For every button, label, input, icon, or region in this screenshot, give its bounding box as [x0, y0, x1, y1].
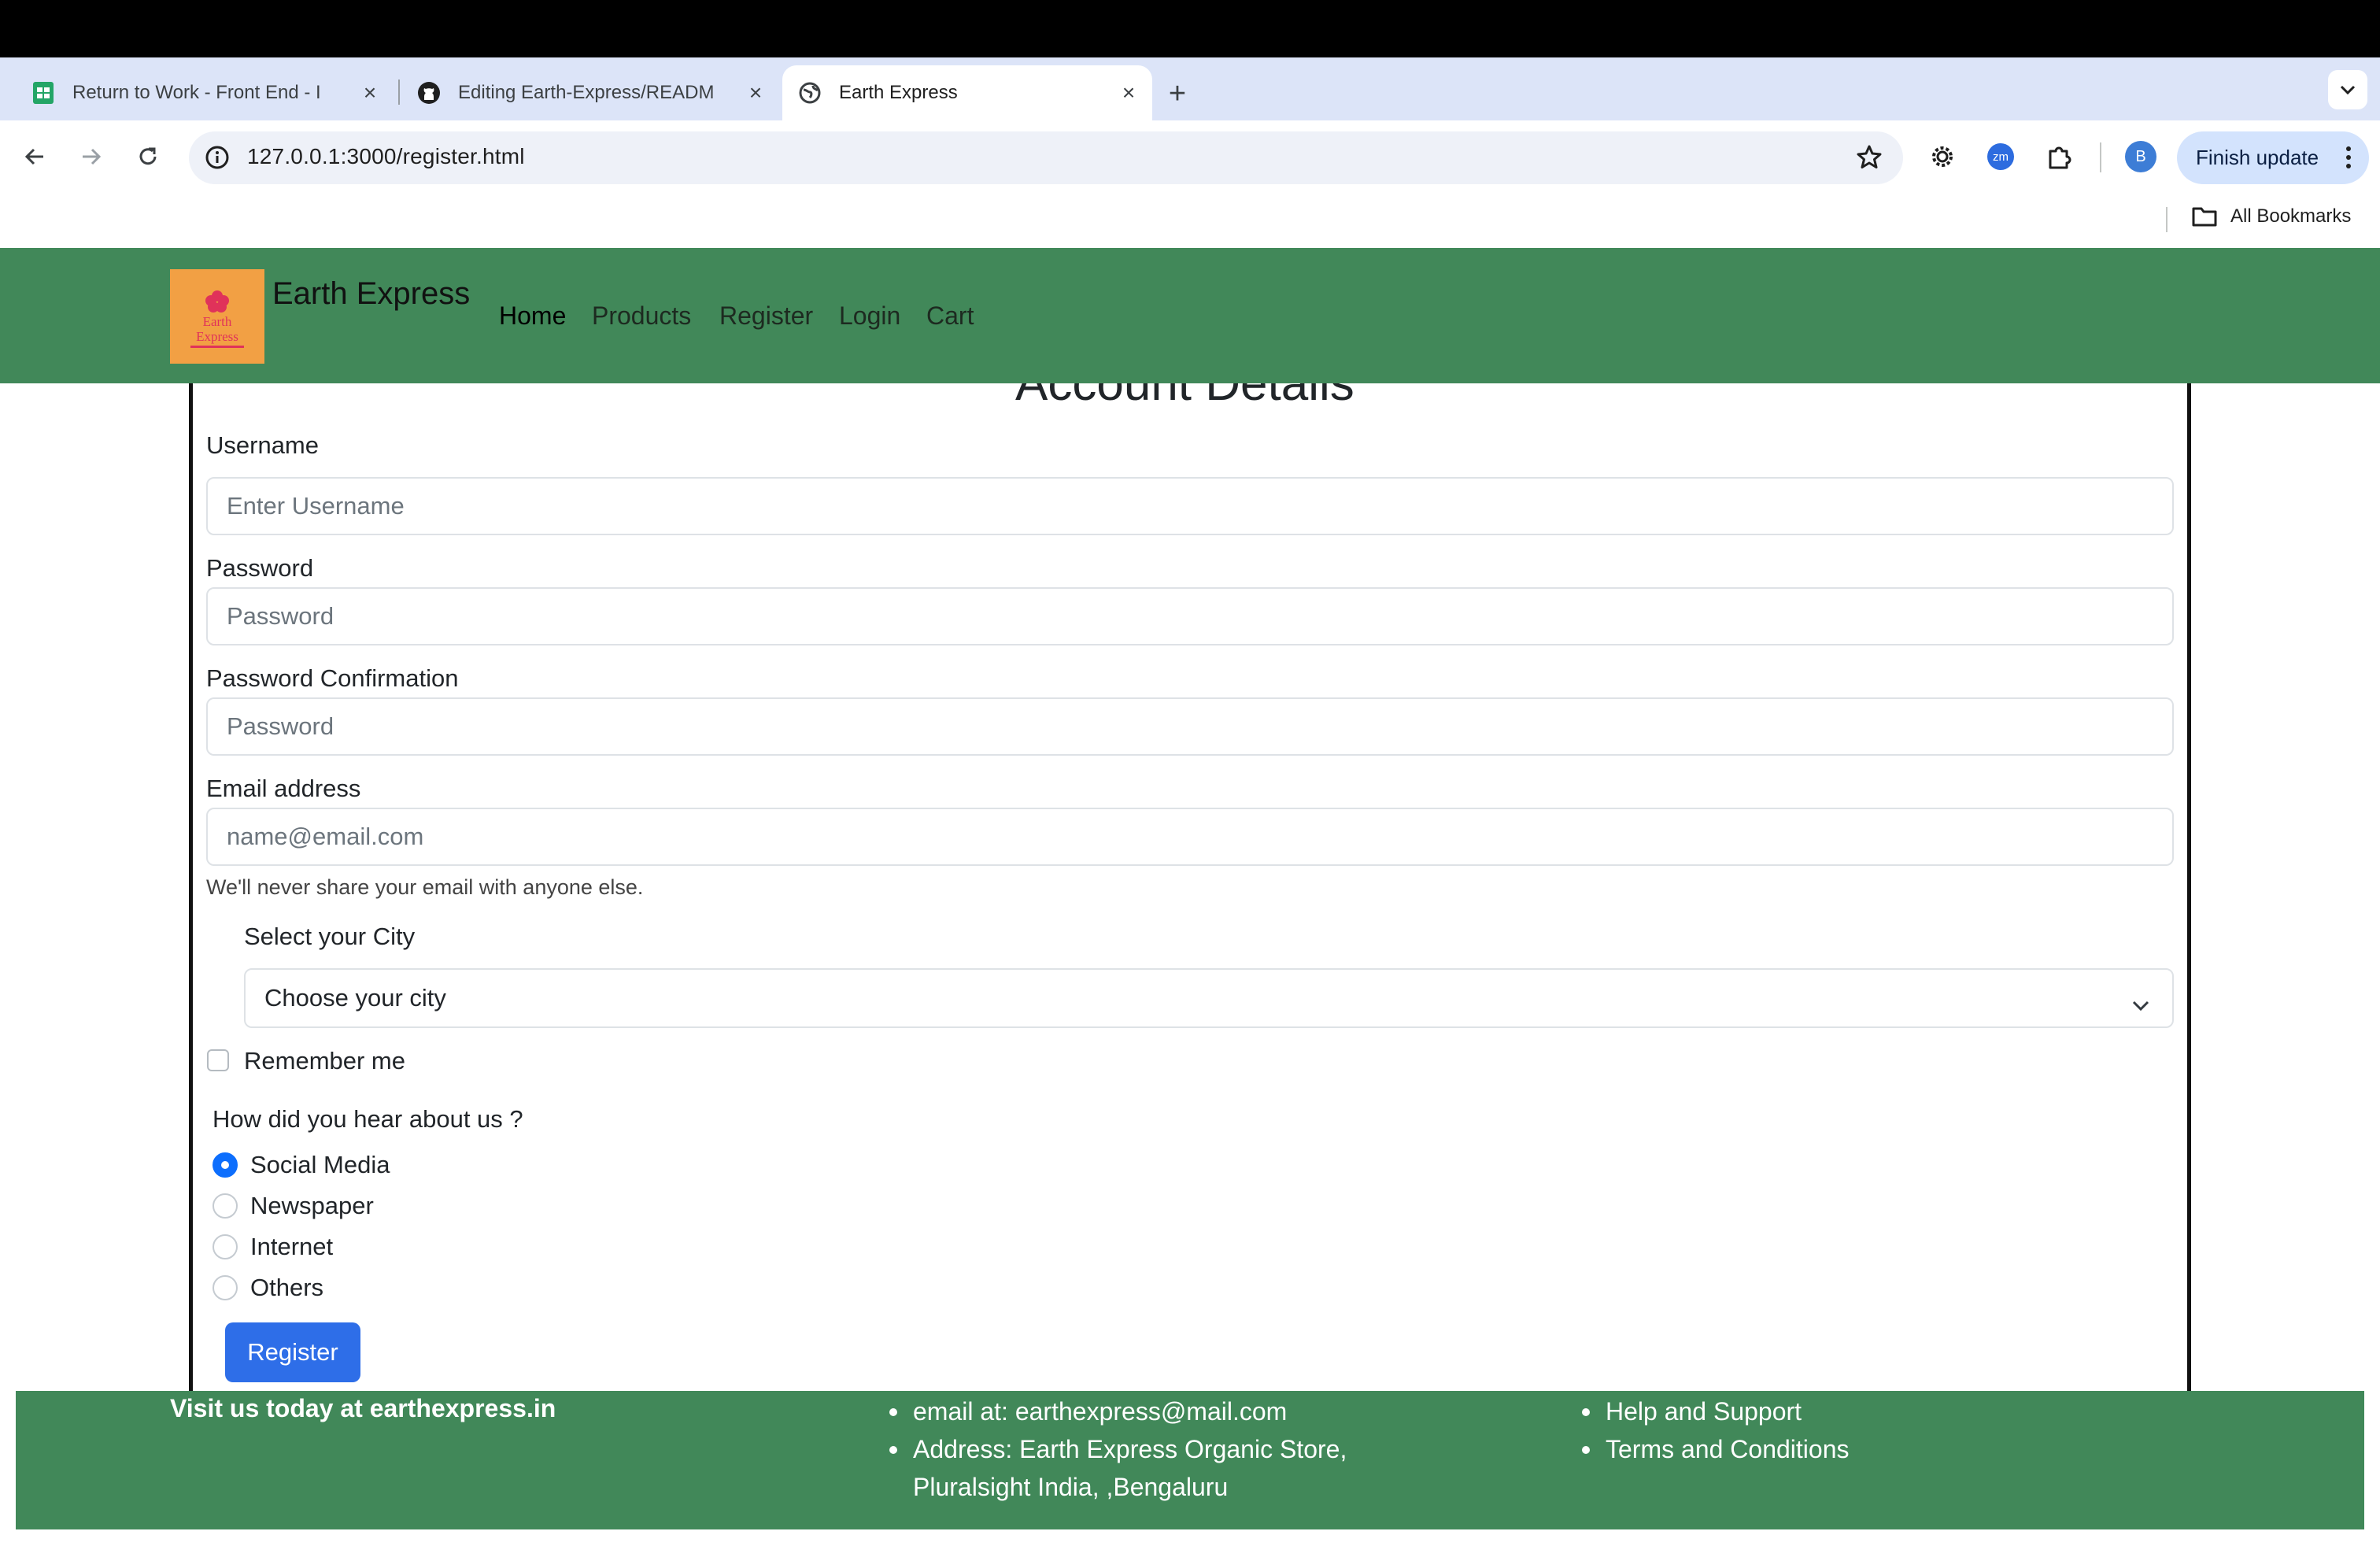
close-tab-icon[interactable]: × — [359, 82, 381, 104]
city-select-value: Choose your city — [264, 984, 446, 1012]
all-bookmarks-button[interactable]: All Bookmarks — [2191, 205, 2351, 227]
address-bar[interactable]: 127.0.0.1:3000/register.html — [189, 131, 1903, 184]
extensions-puzzle-icon[interactable] — [2042, 139, 2076, 174]
reload-button[interactable] — [131, 139, 165, 174]
finish-update-button[interactable]: Finish update — [2177, 131, 2369, 184]
footer-terms-link[interactable]: Terms and Conditions — [1580, 1430, 1849, 1468]
finish-update-label: Finish update — [2196, 146, 2319, 169]
site-info-icon[interactable] — [205, 145, 230, 174]
zoom-extension-label: zm — [1987, 143, 2014, 170]
username-label: Username — [206, 431, 319, 459]
radio-social-media[interactable] — [213, 1152, 238, 1178]
nav-cart[interactable]: Cart — [926, 301, 974, 331]
footer-address: Address: Earth Express Organic Store, — [888, 1430, 1347, 1468]
tab-editing-readme[interactable]: Editing Earth-Express/READM × — [417, 65, 779, 120]
all-bookmarks-label: All Bookmarks — [2230, 205, 2352, 227]
toolbar-divider — [2100, 142, 2101, 172]
hear-about-question: How did you hear about us ? — [213, 1105, 523, 1133]
password-label: Password — [206, 554, 314, 582]
forward-arrow-icon — [83, 148, 102, 165]
new-tab-icon[interactable]: + — [1160, 76, 1195, 111]
bookmarks-divider — [2166, 207, 2168, 232]
url-text[interactable]: 127.0.0.1:3000/register.html — [247, 144, 525, 169]
tab-title: Editing Earth-Express/READM — [458, 82, 715, 103]
logo-text-line1: Earth — [203, 314, 232, 329]
email-help-text: We'll never share your email with anyone… — [206, 875, 644, 899]
radio-internet[interactable] — [213, 1234, 238, 1259]
footer-help-link[interactable]: Help and Support — [1580, 1393, 1849, 1430]
extension-gear-icon[interactable] — [1925, 139, 1960, 174]
tab-return-to-work[interactable]: Return to Work - Front End - I × — [31, 65, 394, 120]
nav-products[interactable]: Products — [592, 301, 691, 331]
reload-icon — [139, 147, 157, 165]
github-icon — [417, 81, 441, 105]
globe-icon — [798, 81, 822, 105]
profile-avatar[interactable]: B — [2125, 141, 2156, 172]
chevron-down-icon — [2131, 990, 2150, 1019]
register-button[interactable]: Register — [225, 1322, 360, 1382]
email-input[interactable]: name@email.com — [206, 808, 2174, 866]
footer-address-line2: Pluralsight India, ,Bengaluru — [913, 1473, 1229, 1501]
radio-label-newspaper: Newspaper — [250, 1192, 374, 1219]
browser-toolbar: 127.0.0.1:3000/register.html zm B Finish… — [0, 120, 2380, 194]
folder-icon — [2192, 207, 2217, 227]
nav-login[interactable]: Login — [839, 301, 900, 331]
nav-register[interactable]: Register — [719, 301, 813, 331]
tab-title: Return to Work - Front End - I — [72, 82, 321, 103]
email-label: Email address — [206, 775, 361, 802]
tab-title: Earth Express — [839, 82, 958, 103]
more-vert-icon — [2345, 144, 2352, 176]
site-navbar: Earth Express Earth Express Home Product… — [0, 248, 2380, 383]
password-confirm-input[interactable]: Password — [206, 697, 2174, 756]
radio-others[interactable] — [213, 1275, 238, 1300]
logo-text-line2: Express — [196, 329, 238, 344]
flower-logo-icon: Earth Express — [190, 290, 244, 348]
zoom-extension-icon[interactable]: zm — [1983, 139, 2018, 174]
bookmarks-bar: All Bookmarks — [0, 194, 2380, 248]
google-sheets-icon — [31, 81, 55, 105]
browser-tab-strip: Return to Work - Front End - I × Editing… — [0, 57, 2380, 120]
password-confirm-label: Password Confirmation — [206, 664, 459, 692]
city-label: Select your City — [244, 923, 416, 950]
chevron-down-icon — [2340, 85, 2356, 95]
forward-button[interactable] — [74, 139, 109, 174]
brand-name[interactable]: Earth Express — [272, 276, 470, 312]
username-input[interactable]: Enter Username — [206, 477, 2174, 535]
radio-newspaper[interactable] — [213, 1193, 238, 1219]
city-select[interactable]: Choose your city — [244, 968, 2174, 1028]
brand-logo[interactable]: Earth Express — [170, 269, 264, 364]
bookmark-star-icon[interactable] — [1856, 144, 1883, 175]
footer-links-list: Help and Support Terms and Conditions — [1580, 1393, 1849, 1468]
remember-me-label: Remember me — [244, 1047, 405, 1074]
site-footer: Visit us today at earthexpress.in email … — [16, 1391, 2364, 1529]
back-button[interactable] — [17, 139, 52, 174]
radio-label-others: Others — [250, 1274, 324, 1301]
close-tab-icon[interactable]: × — [1118, 82, 1140, 104]
password-input[interactable]: Password — [206, 587, 2174, 645]
remember-me-checkbox[interactable] — [207, 1049, 229, 1071]
footer-visit-text: Visit us today at earthexpress.in — [170, 1394, 556, 1422]
tab-divider — [398, 80, 400, 105]
tab-search-button[interactable] — [2328, 70, 2367, 109]
footer-email: email at: earthexpress@mail.com — [888, 1393, 1347, 1430]
close-tab-icon[interactable]: × — [745, 82, 767, 104]
footer-contact-list: email at: earthexpress@mail.com Address:… — [888, 1393, 1347, 1506]
nav-home[interactable]: Home — [499, 301, 566, 331]
screen-top-bar — [0, 0, 2380, 57]
radio-label-internet: Internet — [250, 1233, 334, 1260]
tab-earth-express[interactable]: Earth Express × — [782, 65, 1152, 120]
back-arrow-icon — [24, 148, 43, 165]
radio-label-social-media: Social Media — [250, 1151, 390, 1178]
